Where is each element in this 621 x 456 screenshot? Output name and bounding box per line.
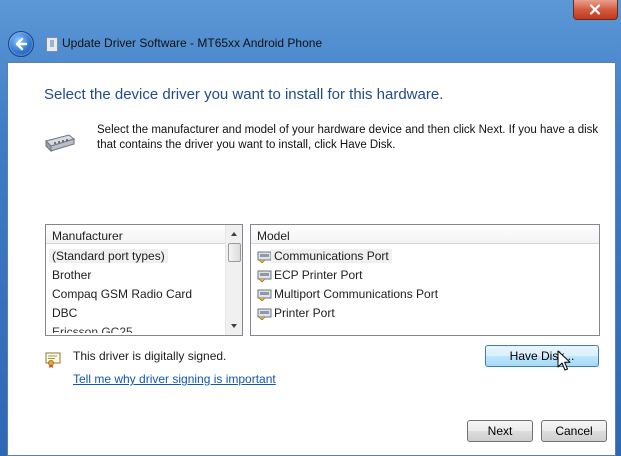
model-header[interactable]: Model xyxy=(251,225,599,244)
title-bar[interactable]: Update Driver Software - MT65xx Android … xyxy=(0,0,621,62)
mouse-pointer-icon xyxy=(557,350,571,371)
list-item[interactable]: Printer Port xyxy=(251,304,599,323)
dialog-content: Select the device driver you want to ins… xyxy=(7,62,616,456)
back-arrow-icon xyxy=(15,37,28,51)
driver-signing-link[interactable]: Tell me why driver signing is important xyxy=(73,372,276,386)
next-button[interactable]: Next xyxy=(467,420,533,442)
window-frame: Update Driver Software - MT65xx Android … xyxy=(0,0,621,456)
scrollbar-thumb[interactable] xyxy=(228,243,241,262)
back-button[interactable] xyxy=(8,31,34,57)
manufacturer-header[interactable]: Manufacturer xyxy=(46,225,225,244)
manufacturer-listbox[interactable]: Manufacturer (Standard port types) Broth… xyxy=(45,224,243,336)
port-icon xyxy=(257,251,272,264)
list-item[interactable]: (Standard port types) xyxy=(46,247,242,266)
manufacturer-scrollbar[interactable] xyxy=(225,225,242,335)
device-icon xyxy=(46,37,58,52)
port-icon xyxy=(257,289,272,302)
list-item[interactable]: ECP Printer Port xyxy=(251,266,599,285)
list-item[interactable]: Communications Port xyxy=(251,247,599,266)
have-disk-button[interactable]: Have Disk... xyxy=(485,345,599,367)
signing-status: This driver is digitally signed. xyxy=(73,349,227,363)
scroll-up-arrow-icon[interactable] xyxy=(226,226,242,242)
instructions-text: Select the manufacturer and model of you… xyxy=(97,124,599,151)
port-icon xyxy=(257,308,272,321)
serial-port-icon xyxy=(45,134,76,153)
list-item[interactable]: DBC xyxy=(46,304,242,323)
port-icon xyxy=(257,270,272,283)
close-icon xyxy=(589,4,601,15)
list-item[interactable]: Compaq GSM Radio Card xyxy=(46,285,242,304)
close-button[interactable] xyxy=(573,0,618,20)
scroll-down-arrow-icon[interactable] xyxy=(226,318,242,334)
page-heading: Select the device driver you want to ins… xyxy=(44,86,444,103)
list-item[interactable]: Ericsson GC25 xyxy=(46,323,242,333)
list-item[interactable]: Brother xyxy=(46,266,242,285)
model-listbox[interactable]: Model Communications Port ECP Printer Po… xyxy=(250,224,600,336)
digital-signature-icon xyxy=(45,352,61,368)
window-title: Update Driver Software - MT65xx Android … xyxy=(62,36,323,50)
cancel-button[interactable]: Cancel xyxy=(541,420,607,442)
list-item[interactable]: Multiport Communications Port xyxy=(251,285,599,304)
